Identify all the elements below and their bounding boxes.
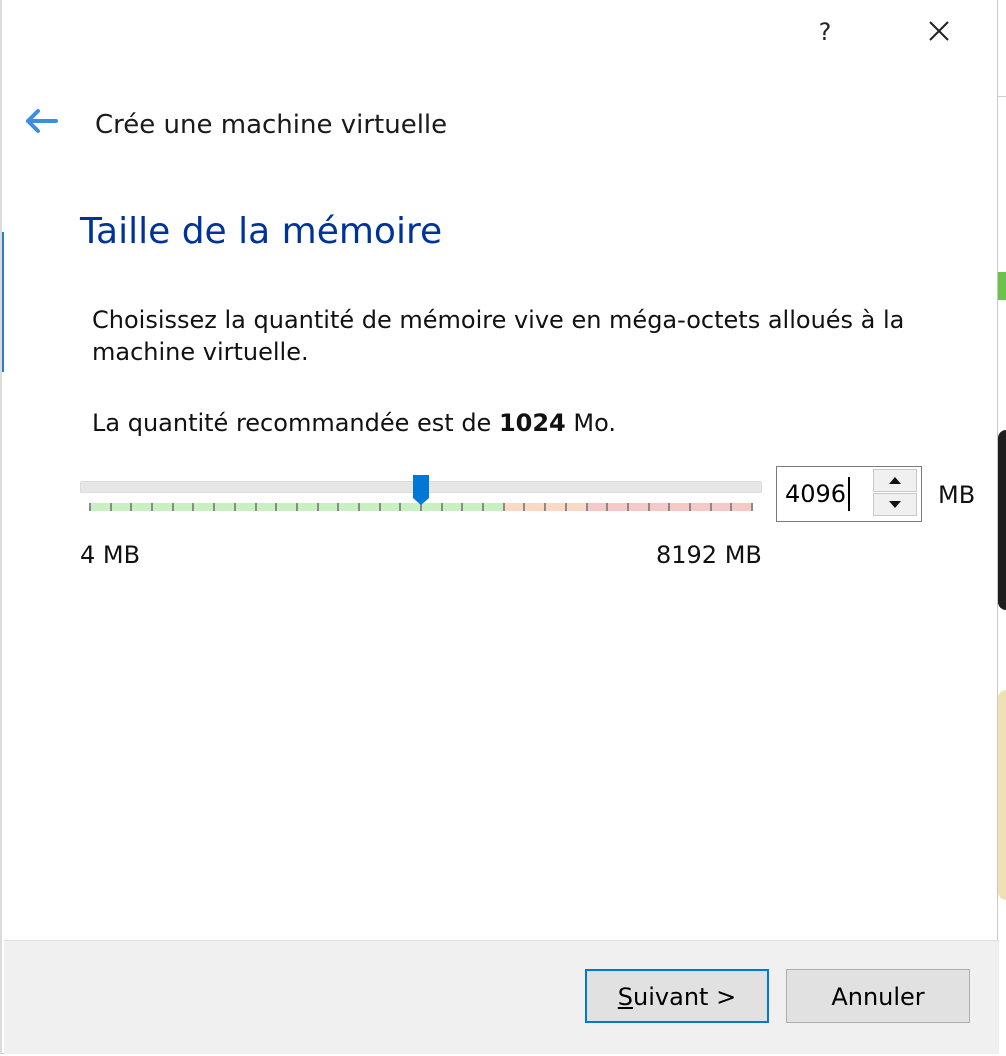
memory-description: Choisissez la quantité de mémoire vive e… (92, 306, 905, 366)
slider-max-label: 8192 MB (656, 541, 762, 569)
spinbox-arrows (873, 469, 919, 517)
recommended-memory-text: La quantité recommandée est de 1024 Mo. (92, 406, 616, 440)
background-green-strip (998, 272, 1006, 300)
slider-tick (295, 503, 298, 511)
increment-button[interactable] (873, 469, 917, 492)
slider-tick (275, 503, 278, 511)
slider-tick (709, 503, 712, 511)
slider-tick (89, 503, 91, 511)
dialog-footer: Suivant > Annuler (4, 940, 999, 1054)
slider-tick (171, 503, 174, 511)
slider-tick (130, 503, 133, 511)
slider-tick (688, 503, 691, 511)
slider-min-label: 4 MB (80, 541, 141, 569)
slider-tick (440, 503, 443, 511)
background-separator (998, 96, 1006, 97)
slider-tick (544, 503, 547, 511)
memory-unit-label: MB (938, 481, 976, 509)
next-mnemonic: S (617, 983, 634, 1011)
chevron-up-icon (889, 477, 901, 484)
close-icon (929, 21, 949, 41)
slider-tick (564, 503, 567, 511)
create-vm-dialog: ? Crée une machine virtuelle Taille de l… (0, 0, 999, 1054)
decrement-button[interactable] (873, 493, 917, 516)
slider-tick (378, 503, 381, 511)
slider-tick (151, 503, 154, 511)
slider-tick (502, 503, 505, 511)
arrow-left-icon (26, 109, 58, 133)
recommend-suffix: Mo. (565, 409, 616, 437)
background-tan-shape (998, 690, 1006, 900)
slider-tick (233, 503, 236, 511)
memory-size-spinbox[interactable]: 4096 (776, 466, 922, 522)
slider-tick (585, 503, 588, 511)
slider-tick (626, 503, 629, 511)
slider-tick (606, 503, 609, 511)
slider-tick (357, 503, 360, 511)
memory-size-input[interactable]: 4096 (785, 477, 851, 511)
page-title: Taille de la mémoire (80, 211, 443, 252)
next-label: uivant > (633, 983, 737, 1011)
close-button[interactable] (924, 16, 954, 46)
chevron-down-icon (889, 501, 901, 508)
slider-tick (109, 503, 112, 511)
slider-tick (730, 503, 733, 511)
slider-tick (751, 503, 753, 511)
slider-tick (192, 503, 195, 511)
help-button[interactable]: ? (814, 14, 836, 50)
next-button[interactable]: Suivant > (585, 969, 769, 1023)
recommend-value: 1024 (498, 409, 566, 437)
slider-tick (461, 503, 464, 511)
slider-tick (213, 503, 216, 511)
slider-handle[interactable] (412, 474, 430, 506)
left-accent-bar (2, 232, 4, 372)
back-button[interactable] (22, 104, 62, 138)
slider-tick (668, 503, 671, 511)
slider-tick (337, 503, 340, 511)
slider-tick (316, 503, 319, 511)
slider-tick (482, 503, 485, 511)
background-dark-shape (998, 430, 1006, 610)
slider-tick (647, 503, 650, 511)
background-window (998, 0, 1006, 1056)
memory-slider[interactable] (80, 470, 762, 520)
slider-tick (399, 503, 402, 511)
slider-tick (254, 503, 257, 511)
recommend-prefix: La quantité recommandée est de (92, 409, 499, 437)
cancel-button[interactable]: Annuler (786, 969, 970, 1023)
wizard-title: Crée une machine virtuelle (95, 110, 448, 140)
slider-tick (523, 503, 526, 511)
